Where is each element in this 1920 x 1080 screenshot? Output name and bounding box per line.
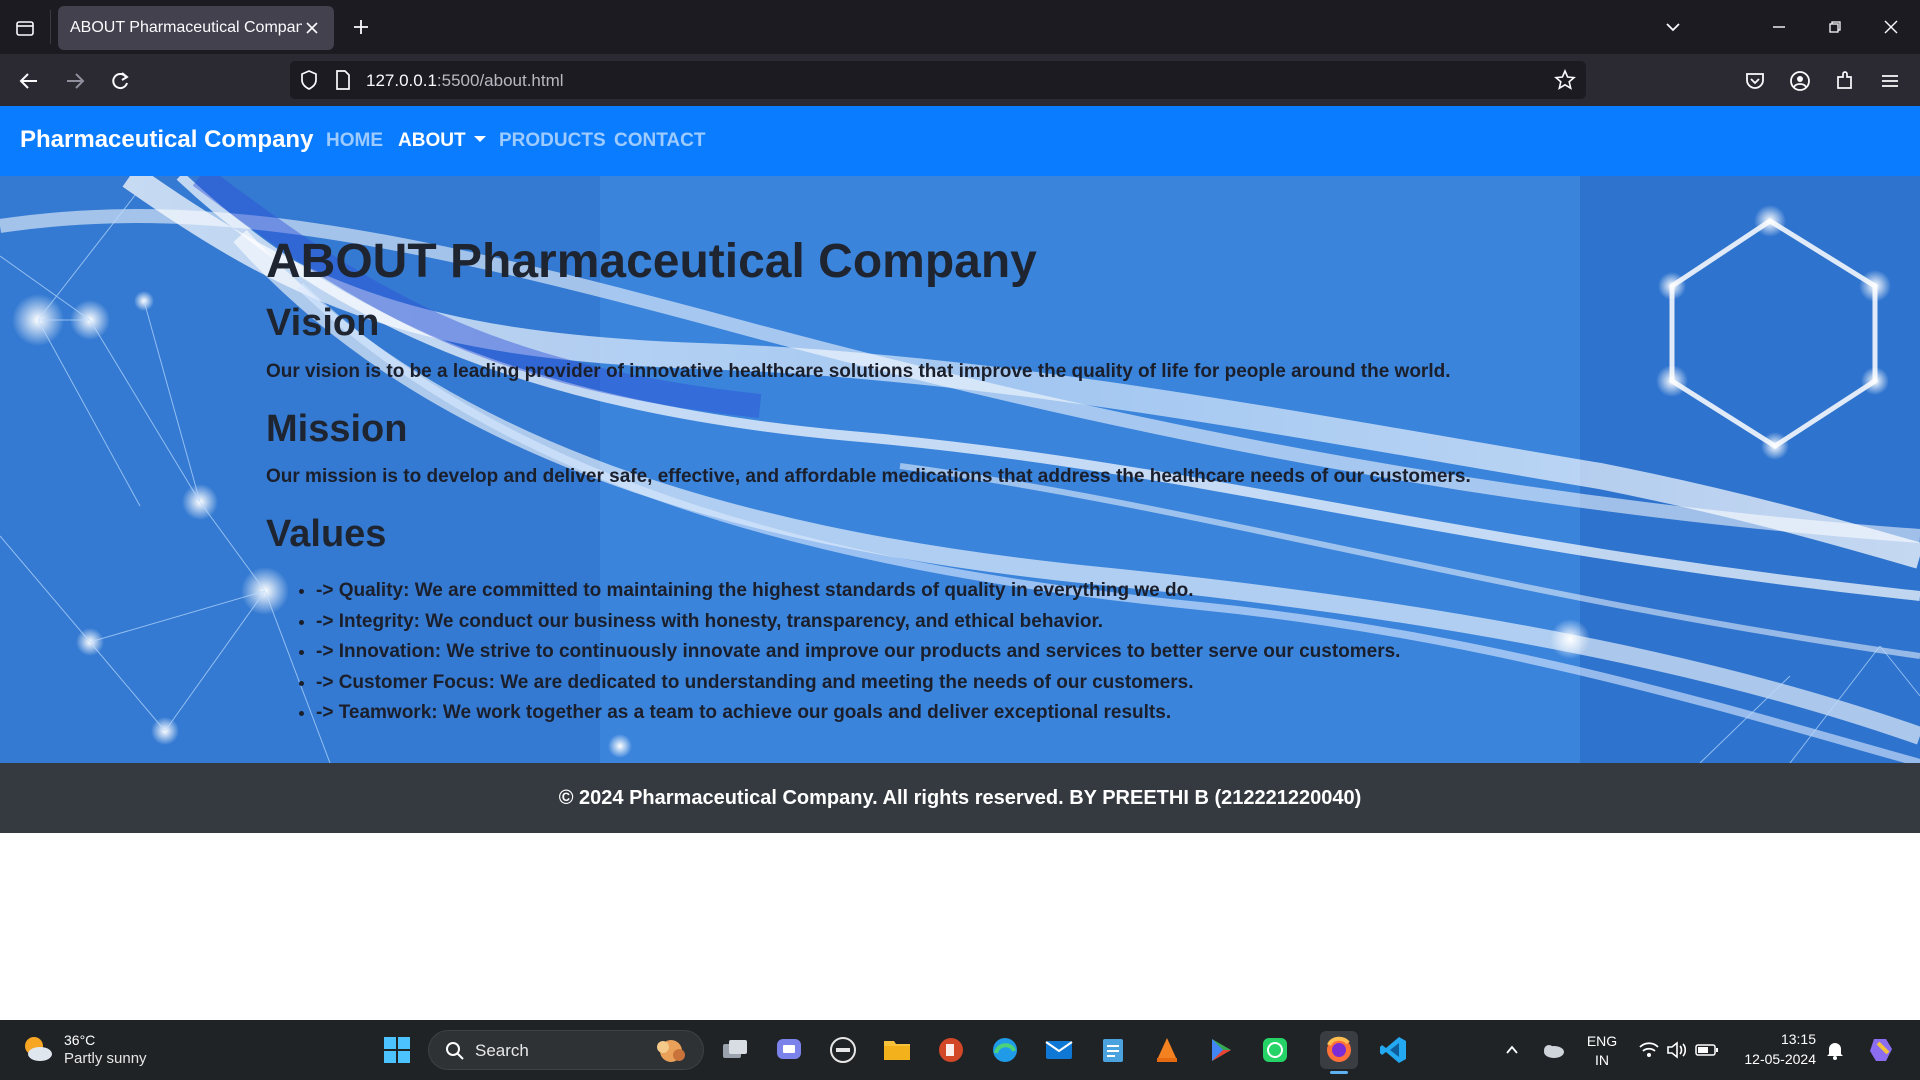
notification-bell-icon[interactable] (1816, 1031, 1854, 1069)
url-text[interactable]: 127.0.0.1:5500/about.html (366, 71, 564, 91)
browser-tab-active[interactable]: ABOUT Pharmaceutical Company (58, 6, 334, 50)
tab-close-icon[interactable] (302, 18, 322, 38)
onedrive-icon[interactable] (1534, 1031, 1572, 1069)
url-path: :5500/about.html (436, 71, 564, 90)
minimize-icon[interactable] (1766, 14, 1792, 40)
shield-icon[interactable] (298, 69, 320, 91)
value-item: -> Teamwork: We work together as a team … (316, 698, 1666, 729)
site-brand[interactable]: Pharmaceutical Company (20, 126, 313, 154)
notepad-icon[interactable] (1094, 1031, 1132, 1069)
dell-icon[interactable] (824, 1031, 862, 1069)
value-item: -> Innovation: We strive to continuously… (316, 637, 1666, 668)
edge-browser-icon[interactable] (986, 1031, 1024, 1069)
bookmark-star-icon[interactable] (1554, 69, 1576, 91)
tab-overflow-chevron-icon[interactable] (1660, 14, 1686, 40)
new-tab-icon[interactable] (348, 14, 374, 40)
vlc-icon[interactable] (1148, 1031, 1186, 1069)
values-list: -> Quality: We are committed to maintain… (266, 576, 1666, 729)
tab-title: ABOUT Pharmaceutical Company (70, 19, 302, 36)
vision-heading: Vision (266, 301, 380, 344)
mission-heading: Mission (266, 407, 408, 450)
browser-tab-bar: ABOUT Pharmaceutical Company (0, 0, 1920, 54)
reload-icon[interactable] (105, 66, 135, 96)
nav-link-contact[interactable]: CONTACT (614, 130, 705, 152)
nav-link-about[interactable]: ABOUT (398, 130, 486, 152)
mail-icon[interactable] (1040, 1031, 1078, 1069)
site-footer: © 2024 Pharmaceutical Company. All right… (0, 763, 1920, 833)
language-indicator[interactable]: ENG (1584, 1033, 1620, 1049)
task-view-icon[interactable] (716, 1031, 754, 1069)
url-bar[interactable]: 127.0.0.1:5500/about.html (290, 61, 1586, 99)
clock-time[interactable]: 13:15 (1736, 1031, 1816, 1047)
extensions-icon[interactable] (1830, 66, 1860, 96)
nav-link-products[interactable]: PRODUCTS (499, 130, 606, 152)
url-host: 127.0.0.1 (366, 71, 437, 90)
active-app-indicator (1330, 1071, 1348, 1074)
dropdown-caret-icon (473, 135, 486, 142)
about-hero-section: ABOUT Pharmaceutical Company Vision Our … (0, 176, 1920, 763)
close-window-icon[interactable] (1878, 14, 1904, 40)
search-icon (446, 1042, 464, 1060)
powerpoint-icon[interactable] (932, 1031, 970, 1069)
forward-arrow-icon[interactable] (60, 66, 90, 96)
page-icon[interactable] (332, 69, 354, 91)
clock-date[interactable]: 12-05-2024 (1736, 1051, 1816, 1067)
file-explorer-icon[interactable] (878, 1031, 916, 1069)
search-label: Search (475, 1041, 529, 1060)
partly-sunny-icon (25, 1037, 52, 1061)
firefox-icon[interactable] (1320, 1031, 1358, 1069)
google-play-icon[interactable] (1202, 1031, 1240, 1069)
region-indicator: IN (1595, 1052, 1609, 1068)
page-title: ABOUT Pharmaceutical Company (266, 235, 1037, 288)
nav-link-home[interactable]: HOME (326, 130, 383, 152)
tab-divider (50, 10, 51, 44)
footer-text: © 2024 Pharmaceutical Company. All right… (558, 786, 1362, 809)
value-item: -> Customer Focus: We are dedicated to u… (316, 668, 1666, 699)
search-highlight-icon (657, 1040, 685, 1062)
taskbar-search-box[interactable]: Search (428, 1030, 704, 1070)
whatsapp-icon[interactable] (1256, 1031, 1294, 1069)
values-heading: Values (266, 513, 387, 556)
weather-description: Partly sunny (64, 1050, 147, 1067)
battery-icon[interactable] (1688, 1031, 1726, 1069)
vision-text: Our vision is to be a leading provider o… (266, 360, 1451, 382)
vscode-icon[interactable] (1374, 1031, 1412, 1069)
site-navbar: Pharmaceutical Company HOME ABOUT PRODUC… (0, 106, 1920, 176)
tab-list-icon[interactable] (12, 15, 38, 41)
copilot-icon[interactable] (1862, 1031, 1900, 1069)
teams-chat-icon[interactable] (770, 1031, 808, 1069)
tray-chevron-up-icon[interactable] (1493, 1031, 1531, 1069)
weather-widget[interactable]: 36°C Partly sunny (20, 1030, 160, 1070)
weather-temperature: 36°C (64, 1032, 96, 1048)
windows-taskbar: 36°C Partly sunny Search ENG IN 13:15 12… (0, 1020, 1920, 1080)
pocket-icon[interactable] (1740, 66, 1770, 96)
nav-link-about-label: ABOUT (398, 130, 466, 151)
account-icon[interactable] (1785, 66, 1815, 96)
menu-hamburger-icon[interactable] (1875, 66, 1905, 96)
value-item: -> Quality: We are committed to maintain… (316, 576, 1666, 607)
mission-text: Our mission is to develop and deliver sa… (266, 466, 1471, 488)
back-arrow-icon[interactable] (14, 66, 44, 96)
value-item: -> Integrity: We conduct our business wi… (316, 607, 1666, 638)
windows-start-icon[interactable] (378, 1031, 416, 1069)
restore-icon[interactable] (1822, 14, 1848, 40)
about-content: ABOUT Pharmaceutical Company Vision Our … (266, 235, 1666, 729)
browser-nav-bar: 127.0.0.1:5500/about.html (0, 54, 1920, 106)
